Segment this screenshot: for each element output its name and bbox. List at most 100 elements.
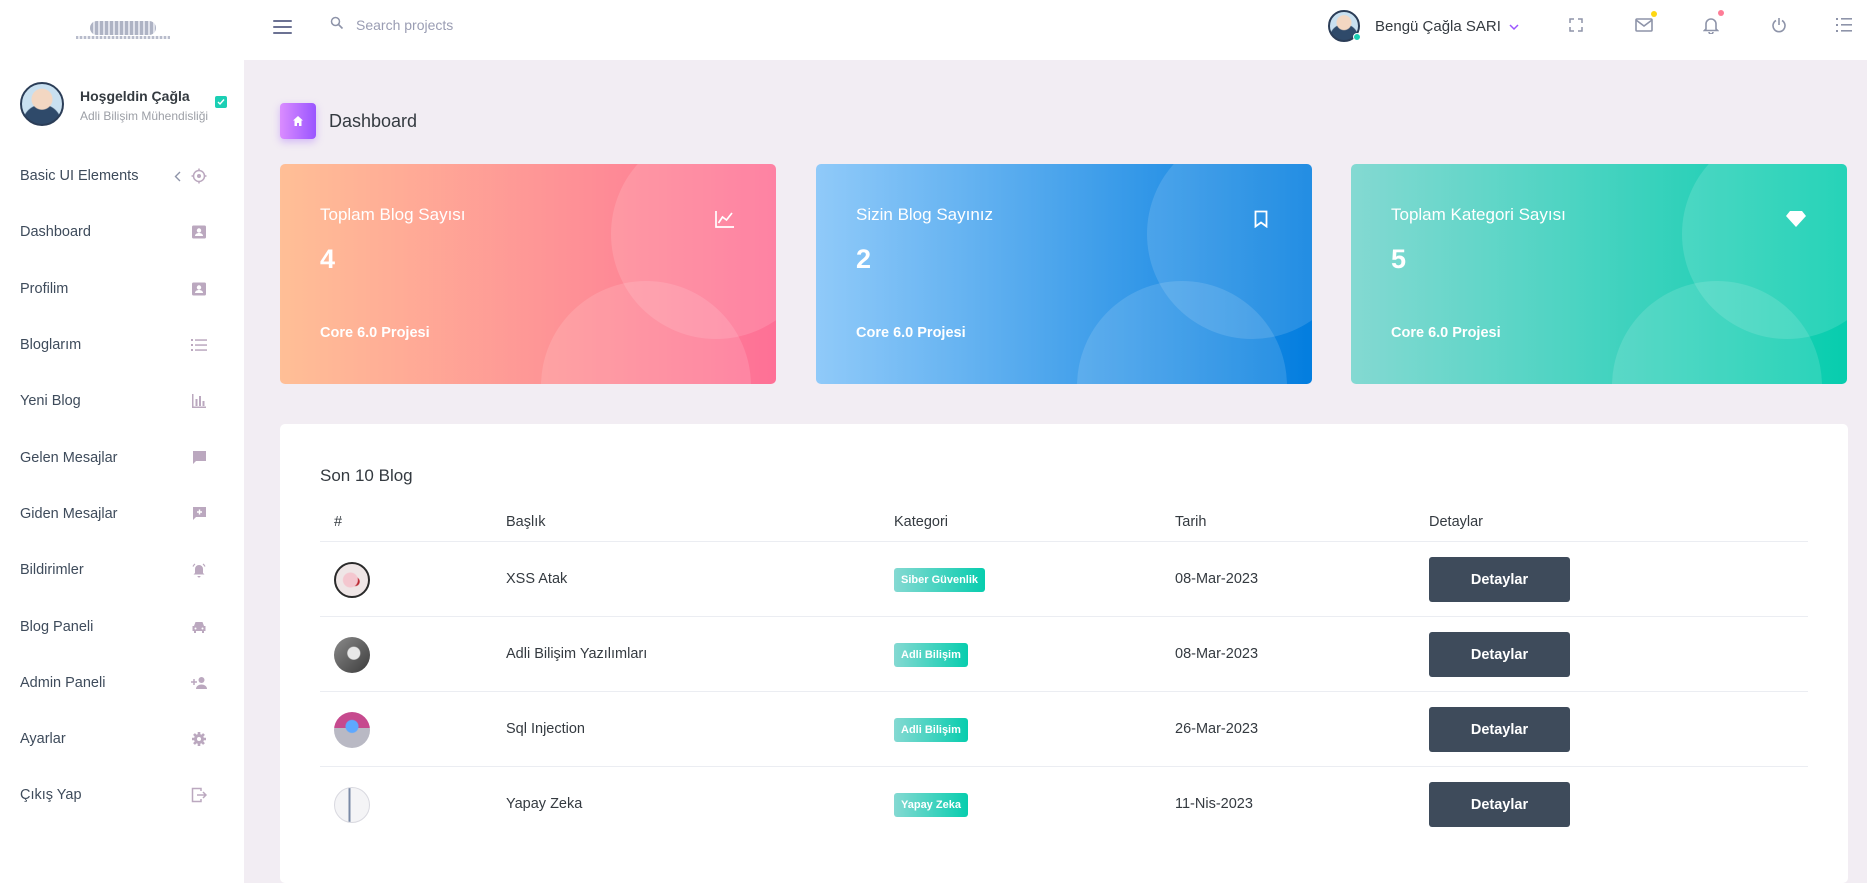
sidebar-profile[interactable]: Hoşgeldin Çağla Adli Bilişim Mühendisliğ…	[20, 82, 240, 132]
stat-card-total-blogs: Toplam Blog Sayısı 4 Core 6.0 Projesi	[280, 164, 776, 384]
sidebar-item-label: Admin Paneli	[20, 674, 106, 691]
format-list-icon[interactable]	[1833, 14, 1855, 36]
table-title: Son 10 Blog	[320, 466, 413, 485]
diamond-icon	[1785, 208, 1807, 230]
stat-card-title: Toplam Kategori Sayısı	[1391, 205, 1566, 224]
column-header-title: Başlık	[506, 514, 546, 530]
sidebar-nav: Basic UI Elements Dashboard Profilim Blo…	[0, 148, 244, 824]
sidebar-item-admin-paneli[interactable]: Admin Paneli	[0, 655, 244, 711]
department: Adli Bilişim Mühendisliği	[80, 109, 209, 123]
sidebar-item-label: Bloglarım	[20, 337, 82, 354]
stat-card-footer: Core 6.0 Projesi	[320, 325, 430, 341]
search-icon	[330, 16, 344, 33]
blog-thumbnail	[334, 787, 370, 823]
column-header-category: Kategori	[894, 514, 949, 530]
sidebar-item-profilim[interactable]: Profilim	[0, 261, 244, 317]
mail-icon[interactable]	[1633, 11, 1657, 36]
blog-thumbnail	[334, 562, 370, 598]
crosshairs-icon	[190, 167, 208, 185]
sidebar-item-blog-paneli[interactable]: Blog Paneli	[0, 598, 244, 654]
details-button[interactable]: Detaylar	[1429, 557, 1570, 602]
bell-ring-icon	[190, 561, 208, 579]
sidebar-item-label: Ayarlar	[20, 731, 66, 748]
category-badge: Adli Bilişim	[894, 643, 968, 667]
category-badge: Siber Güvenlik	[894, 568, 986, 592]
chart-bar-icon	[190, 392, 208, 410]
sidebar: Hoşgeldin Çağla Adli Bilişim Mühendisliğ…	[0, 60, 244, 883]
column-header-details: Detaylar	[1429, 514, 1483, 530]
contacts-icon	[190, 223, 208, 241]
user-name: Bengü Çağla SARI	[1375, 17, 1501, 35]
category-badge: Adli Bilişim	[894, 718, 968, 742]
table-row: Sql Injection Adli Bilişim 26-Mar-2023 D…	[320, 692, 1808, 767]
bookmark-check-icon	[215, 96, 227, 108]
sidebar-item-label: Profilim	[20, 280, 69, 297]
car-icon	[190, 618, 208, 636]
home-icon	[280, 103, 316, 139]
blog-thumbnail	[334, 712, 370, 748]
blog-title: Sql Injection	[506, 721, 585, 737]
page-header: Dashboard	[280, 103, 417, 139]
sidebar-item-yeni-blog[interactable]: Yeni Blog	[0, 373, 244, 429]
stat-card-your-blogs: Sizin Blog Sayınız 2 Core 6.0 Projesi	[816, 164, 1312, 384]
logout-icon	[190, 786, 208, 804]
chevron-down-icon	[1509, 18, 1519, 34]
category-badge: Yapay Zeka	[894, 793, 968, 817]
stat-card-value: 5	[1391, 244, 1407, 274]
blog-date: 26-Mar-2023	[1175, 721, 1259, 737]
stat-card-footer: Core 6.0 Projesi	[1391, 325, 1501, 341]
bookmark-icon	[1250, 208, 1272, 230]
recent-blogs-card: Son 10 Blog # Başlık Kategori Tarih Deta…	[280, 424, 1848, 883]
sidebar-item-label: Yeni Blog	[20, 393, 81, 410]
search-input[interactable]	[356, 12, 716, 38]
chart-line-icon	[714, 208, 736, 230]
sidebar-item-label: Blog Paneli	[20, 618, 94, 635]
details-button[interactable]: Detaylar	[1429, 632, 1570, 677]
sidebar-item-dashboard[interactable]: Dashboard	[0, 204, 244, 260]
avatar[interactable]	[20, 82, 64, 126]
bell-icon[interactable]	[1700, 10, 1724, 36]
sidebar-item-bloglarim[interactable]: Bloglarım	[0, 317, 244, 373]
sidebar-item-label: Basic UI Elements	[20, 168, 139, 185]
sidebar-item-ayarlar[interactable]: Ayarlar	[0, 711, 244, 767]
column-header-index: #	[334, 514, 343, 530]
table-row: XSS Atak Siber Güvenlik 08-Mar-2023 Deta…	[320, 542, 1808, 617]
column-header-date: Tarih	[1175, 514, 1207, 530]
table-row: Yapay Zeka Yapay Zeka 11-Nis-2023 Detayl…	[320, 767, 1808, 842]
stat-card-title: Toplam Blog Sayısı	[320, 205, 466, 224]
details-button[interactable]: Detaylar	[1429, 782, 1570, 827]
message-plus-icon	[190, 505, 208, 523]
table-row: Adli Bilişim Yazılımları Adli Bilişim 08…	[320, 617, 1808, 692]
top-navbar: Bengü Çağla SARI	[0, 0, 1867, 60]
sidebar-item-cikis-yap[interactable]: Çıkış Yap	[0, 767, 244, 823]
sidebar-item-label: Giden Mesajlar	[20, 505, 118, 522]
account-plus-icon	[190, 674, 208, 692]
format-list-icon	[190, 336, 208, 354]
user-profile-dropdown[interactable]: Bengü Çağla SARI	[1328, 9, 1519, 43]
menu-toggle-icon[interactable]	[273, 15, 297, 39]
blog-date: 08-Mar-2023	[1175, 571, 1259, 587]
sidebar-item-label: Gelen Mesajlar	[20, 449, 118, 466]
bell-notification-dot	[1718, 10, 1724, 16]
blog-title: XSS Atak	[506, 571, 568, 587]
sidebar-item-giden-mesajlar[interactable]: Giden Mesajlar	[0, 486, 244, 542]
message-icon	[190, 449, 208, 467]
sidebar-item-basic-ui-elements[interactable]: Basic UI Elements	[0, 148, 244, 204]
mail-notification-dot	[1651, 11, 1657, 17]
details-button[interactable]: Detaylar	[1429, 707, 1570, 752]
stat-card-footer: Core 6.0 Projesi	[856, 325, 966, 341]
fullscreen-icon[interactable]	[1565, 14, 1587, 36]
stat-card-value: 2	[856, 244, 872, 274]
sidebar-item-gelen-mesajlar[interactable]: Gelen Mesajlar	[0, 429, 244, 485]
brand-logo[interactable]	[72, 19, 172, 41]
recent-blogs-table: # Başlık Kategori Tarih Detaylar XSS Ata…	[320, 504, 1808, 842]
brand-logo-area[interactable]	[0, 0, 244, 60]
table-header: # Başlık Kategori Tarih Detaylar	[320, 504, 1808, 542]
power-icon[interactable]	[1768, 14, 1790, 36]
avatar[interactable]	[1328, 10, 1361, 42]
sidebar-item-label: Dashboard	[20, 224, 91, 241]
stat-card-title: Sizin Blog Sayınız	[856, 205, 994, 224]
chevron-left-icon	[171, 170, 183, 182]
blog-title: Adli Bilişim Yazılımları	[506, 646, 648, 662]
sidebar-item-bildirimler[interactable]: Bildirimler	[0, 542, 244, 598]
